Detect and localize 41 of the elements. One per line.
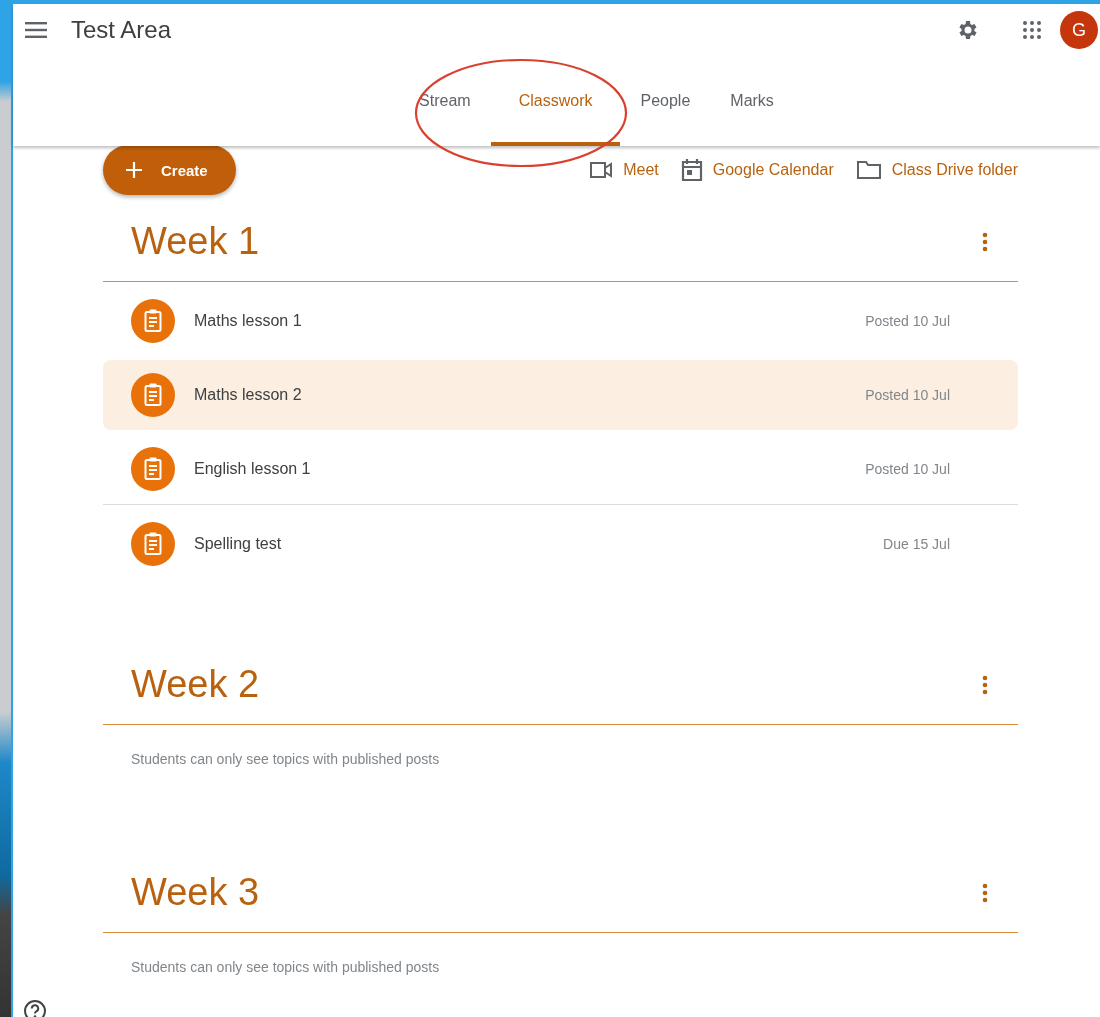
more-options-icon[interactable] bbox=[982, 231, 988, 252]
assignment-row[interactable]: Spelling test Due 15 Jul bbox=[103, 509, 1018, 579]
topic-heading: Week 2 bbox=[131, 663, 260, 706]
video-camera-icon bbox=[589, 161, 614, 179]
post-date: Posted 10 Jul bbox=[865, 313, 950, 329]
topic-heading: Week 3 bbox=[131, 871, 260, 914]
menu-icon[interactable] bbox=[25, 22, 47, 38]
post-date: Posted 10 Jul bbox=[865, 387, 950, 403]
assignment-title: Spelling test bbox=[194, 535, 283, 553]
calendar-icon bbox=[680, 158, 703, 182]
create-button[interactable]: Create bbox=[103, 145, 236, 195]
assignment-row[interactable]: English lesson 1 Posted 10 Jul bbox=[103, 434, 1018, 505]
link[interactable]: Meet bbox=[589, 161, 659, 179]
folder-icon bbox=[855, 160, 882, 180]
assignment-icon bbox=[131, 299, 175, 343]
class-title: Test Area bbox=[71, 16, 172, 44]
assignment-title: Maths lesson 1 bbox=[194, 312, 303, 330]
avatar[interactable]: G bbox=[1060, 11, 1098, 49]
link[interactable]: Google Calendar bbox=[680, 158, 834, 182]
topic-note: Students can only see topics with published posts bbox=[131, 751, 441, 767]
tab[interactable]: Classwork bbox=[490, 60, 621, 146]
more-options-icon[interactable] bbox=[982, 882, 988, 903]
post-date: Posted 10 Jul bbox=[865, 461, 950, 477]
topic-note: Students can only see topics with published posts bbox=[131, 959, 441, 975]
assignment-icon bbox=[131, 522, 175, 566]
more-options-icon[interactable] bbox=[982, 674, 988, 695]
tab[interactable]: People bbox=[620, 60, 711, 146]
link[interactable]: Class Drive folder bbox=[855, 160, 1018, 180]
tab[interactable]: Stream bbox=[399, 60, 491, 146]
topic-heading: Week 1 bbox=[131, 220, 260, 263]
plus-icon bbox=[125, 161, 143, 179]
assignment-icon bbox=[131, 373, 175, 417]
assignment-icon bbox=[131, 447, 175, 491]
help-icon[interactable] bbox=[23, 999, 47, 1017]
post-date: Due 15 Jul bbox=[883, 536, 950, 552]
tab[interactable]: Marks bbox=[710, 60, 794, 146]
assignment-title: Maths lesson 2 bbox=[194, 386, 303, 404]
apps-icon[interactable] bbox=[1022, 20, 1042, 40]
assignment-row[interactable]: Maths lesson 2 Posted 10 Jul bbox=[103, 360, 1018, 430]
assignment-row[interactable]: Maths lesson 1 Posted 10 Jul bbox=[103, 286, 1018, 356]
assignment-title: English lesson 1 bbox=[194, 460, 312, 478]
